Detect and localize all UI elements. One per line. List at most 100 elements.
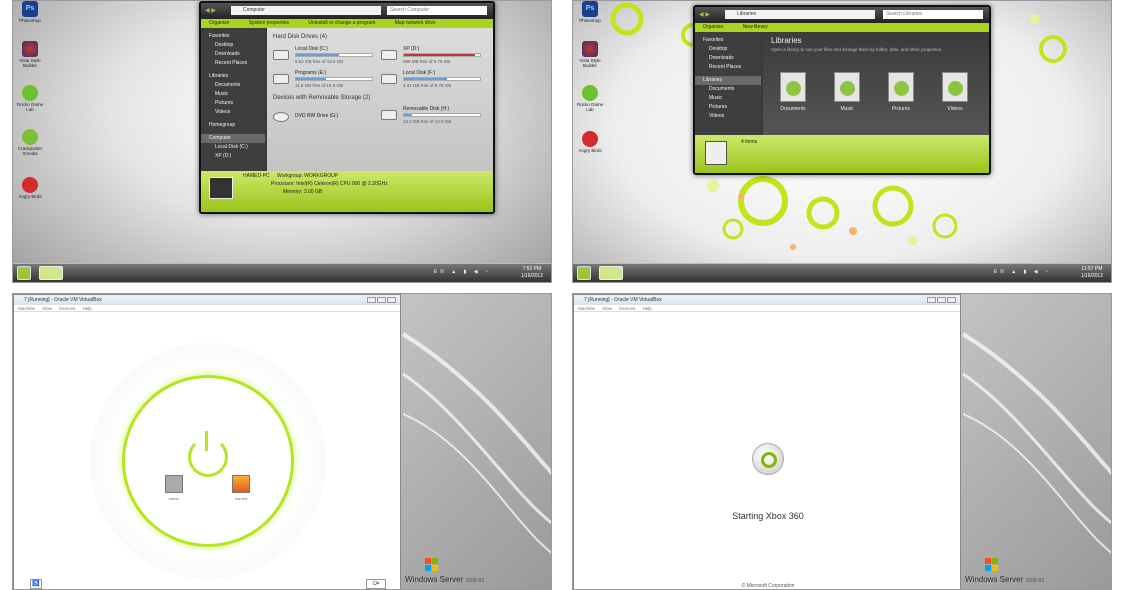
music-library-icon — [834, 72, 860, 102]
power-icon[interactable] — [188, 437, 228, 477]
taskbar: EN ▲ ▮ ◀ ◔ 7:52 PM 1/16/2012 — [13, 263, 551, 282]
command-bar: Organize New library — [695, 23, 989, 32]
nav-desktop[interactable]: Desktop — [201, 41, 265, 50]
desktop-icon-vsb[interactable]: Vista Style Builder — [15, 41, 45, 68]
desktop-icon-crackposter[interactable]: Crackposter Xmedia — [15, 129, 45, 156]
organize-button[interactable]: Organize — [703, 24, 723, 30]
nav-downloads[interactable]: Downloads — [201, 50, 265, 59]
screenshot-computer-window: Ps Photoshop Vista Style Builder Rocko Ga… — [12, 0, 552, 283]
organize-button[interactable]: Organize — [209, 20, 229, 26]
menu-view[interactable]: View — [602, 306, 612, 311]
user-tile-hamed[interactable]: hamed — [231, 475, 251, 501]
drive-h[interactable]: Removable Disk (H:) 13.2 GB free of 14.9 … — [381, 106, 491, 128]
address-path[interactable]: Computer — [231, 6, 381, 15]
virtualbox-window[interactable]: 7 [Running] - Oracle VM VirtualBox Machi… — [573, 294, 961, 589]
nav-music[interactable]: Music — [695, 94, 761, 103]
library-pictures[interactable]: Pictures — [879, 72, 923, 112]
navigation-pane: Favorites Desktop Downloads Recent Place… — [201, 28, 265, 171]
system-tray[interactable]: EN ▲ ▮ ◀ ◔ — [434, 269, 491, 275]
address-path[interactable]: Libraries — [725, 10, 875, 19]
nav-videos[interactable]: Videos — [201, 108, 265, 117]
nav-computer[interactable]: Computer — [201, 134, 265, 143]
maximize-button[interactable] — [377, 297, 386, 303]
nav-libraries[interactable]: Libraries — [201, 72, 265, 81]
clock[interactable]: 11:57 PM 1/16/2012 — [1081, 266, 1103, 280]
start-button[interactable] — [577, 266, 591, 280]
window-controls[interactable] — [926, 297, 956, 304]
virtualbox-window[interactable]: 7 [Running] - Oracle VM VirtualBox Machi… — [13, 294, 401, 589]
menu-machine[interactable]: Machine — [18, 306, 35, 311]
drive-c[interactable]: Local Disk (C:) 8.62 GB free of 19.5 GB — [273, 46, 383, 68]
explorer-window[interactable]: ◀ ▶ Computer Search Computer Organize Sy… — [199, 1, 495, 214]
nav-desktop[interactable]: Desktop — [695, 45, 761, 54]
start-button[interactable] — [17, 266, 31, 280]
menu-help[interactable]: Help — [643, 306, 652, 311]
desktop-icon-rocko[interactable]: Rocko Game Lab — [15, 85, 45, 112]
search-input[interactable]: Search Computer — [387, 6, 487, 15]
ease-of-access-icon[interactable]: ♿ — [30, 579, 42, 589]
nav-music[interactable]: Music — [201, 90, 265, 99]
system-tray[interactable]: EN ▲ ▮ ◀ ◔ — [994, 269, 1051, 275]
power-icon-stem — [205, 431, 208, 451]
nav-favorites[interactable]: Favorites — [201, 32, 265, 41]
desktop-icon-photoshop[interactable]: Ps Photoshop — [575, 1, 605, 23]
new-library-button[interactable]: New library — [743, 24, 768, 30]
explorer-window[interactable]: ◀ ▶ Libraries Search Libraries Organize … — [693, 5, 991, 175]
menu-machine[interactable]: Machine — [578, 306, 595, 311]
menu-devices[interactable]: Devices — [59, 306, 75, 311]
library-documents[interactable]: Documents — [771, 72, 815, 112]
taskbar-explorer[interactable] — [39, 266, 63, 280]
nav-documents[interactable]: Documents — [695, 85, 761, 94]
back-forward-icon[interactable]: ◀ ▶ — [699, 11, 710, 18]
nav-pictures[interactable]: Pictures — [695, 103, 761, 112]
nav-recent[interactable]: Recent Places — [695, 63, 761, 72]
clock[interactable]: 7:52 PM 1/16/2012 — [521, 266, 543, 280]
close-button[interactable] — [947, 297, 956, 303]
nav-libraries[interactable]: Libraries — [695, 76, 761, 85]
drive-d[interactable]: XP (D:) 699 MB free of 9.76 GB — [381, 46, 491, 68]
menu-view[interactable]: View — [42, 306, 52, 311]
nav-videos[interactable]: Videos — [695, 112, 761, 121]
window-controls[interactable] — [366, 297, 396, 304]
drive-f[interactable]: Local Disk (F:) 4.31 GB free of 9.76 GB — [381, 70, 491, 92]
map-drive-button[interactable]: Map network drive — [395, 20, 436, 26]
desktop-icon-rocko[interactable]: Rocko Game Lab — [575, 85, 605, 112]
pictures-library-icon — [888, 72, 914, 102]
taskbar-explorer[interactable] — [599, 266, 623, 280]
nav-homegroup[interactable]: Homegroup — [201, 121, 265, 130]
minimize-button[interactable] — [367, 297, 376, 303]
drive-icon — [273, 50, 289, 60]
screenshot-vm-boot: 7 [Running] - Oracle VM VirtualBox Machi… — [572, 293, 1112, 590]
library-videos[interactable]: Videos — [933, 72, 977, 112]
library-music[interactable]: Music — [825, 72, 869, 112]
nav-favorites[interactable]: Favorites — [695, 36, 761, 45]
close-button[interactable] — [387, 297, 396, 303]
libraries-subheading: Open a library to see your files and arr… — [771, 47, 943, 52]
nav-documents[interactable]: Documents — [201, 81, 265, 90]
drive-g[interactable]: DVD RW Drive (G:) — [273, 108, 383, 130]
nav-recent[interactable]: Recent Places — [201, 59, 265, 68]
nav-pictures[interactable]: Pictures — [201, 99, 265, 108]
windows-logo-icon — [985, 558, 999, 572]
drive-icon — [381, 74, 397, 84]
menu-help[interactable]: Help — [83, 306, 92, 311]
menu-devices[interactable]: Devices — [619, 306, 635, 311]
back-forward-icon[interactable]: ◀ ▶ — [205, 7, 216, 14]
maximize-button[interactable] — [937, 297, 946, 303]
desktop-icon-angry-birds[interactable]: Angry Birds — [15, 177, 45, 199]
system-properties-button[interactable]: System properties — [249, 20, 289, 26]
drive-e[interactable]: Programs (E:) 11.8 GB free of 19.5 GB — [273, 70, 383, 92]
nav-local-c[interactable]: Local Disk (C:) — [201, 143, 265, 152]
shutdown-options-icon[interactable]: ⏻▸ — [366, 579, 386, 589]
user-tile-admin[interactable]: admin — [164, 475, 184, 501]
search-input[interactable]: Search Libraries — [883, 10, 983, 19]
screenshot-vm-login: 7 [Running] - Oracle VM VirtualBox Machi… — [12, 293, 552, 590]
desktop-icon-photoshop[interactable]: Ps Photoshop — [15, 1, 45, 23]
nav-xp-d[interactable]: XP (D:) — [201, 152, 265, 161]
minimize-button[interactable] — [927, 297, 936, 303]
desktop-icon-angry-birds[interactable]: Angry Birds — [575, 131, 605, 153]
uninstall-button[interactable]: Uninstall or change a program — [308, 20, 375, 26]
details-pane: HAMED-PC Workgroup: WORKGROUP Processor:… — [201, 171, 493, 212]
nav-downloads[interactable]: Downloads — [695, 54, 761, 63]
desktop-icon-vsb[interactable]: Vista Style Builder — [575, 41, 605, 68]
